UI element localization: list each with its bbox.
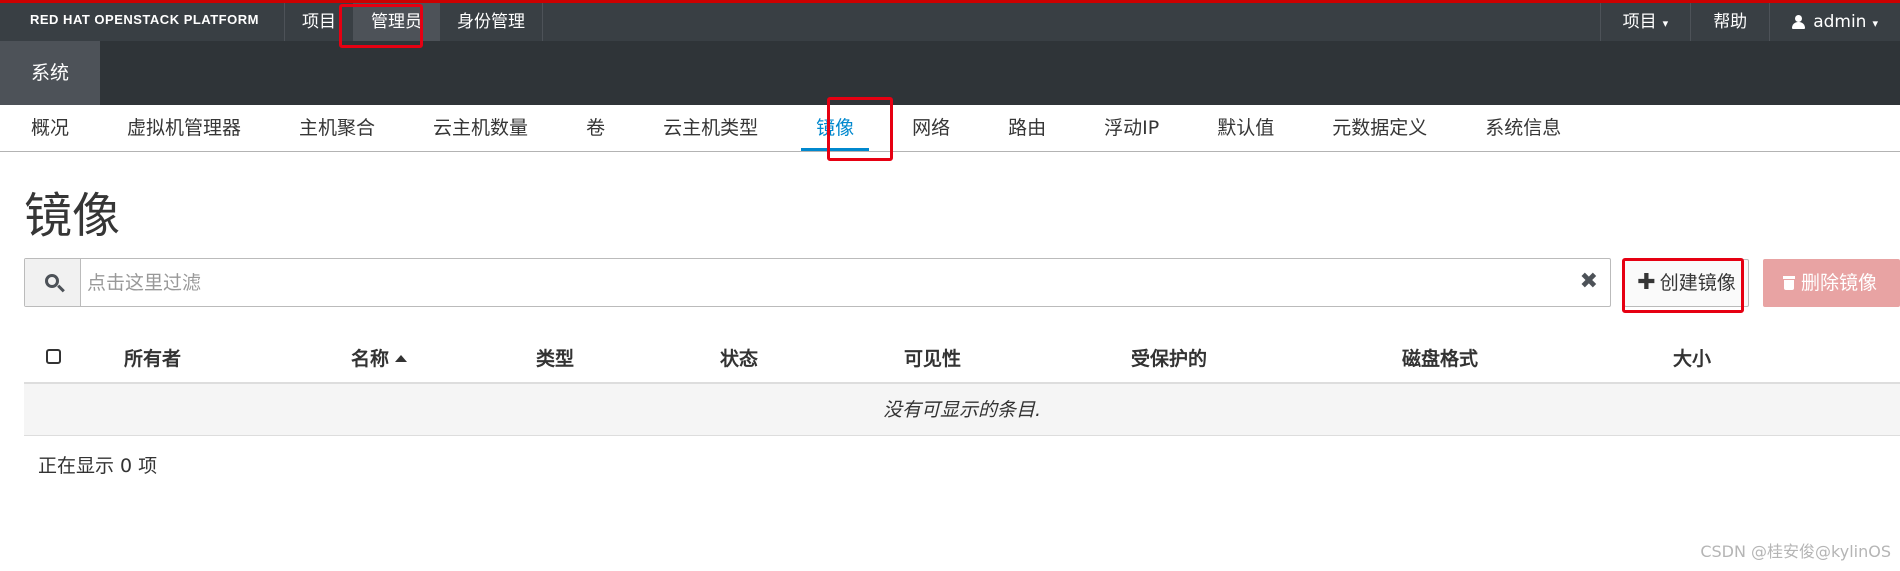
tab-images[interactable]: 镜像	[787, 105, 883, 151]
column-header-name-label: 名称	[351, 348, 390, 370]
column-header-owner[interactable]: 所有者	[124, 344, 181, 371]
secondary-tab-system[interactable]: 系统	[0, 41, 100, 105]
delete-images-label: 删除镜像	[1801, 272, 1878, 294]
top-nav-identity[interactable]: 身份管理	[440, 3, 543, 41]
table-header: 所有者 名称 类型 状态 可见性 受保护的 磁盘格式 大小	[24, 332, 1900, 384]
project-dropdown-label: 项目	[1622, 12, 1657, 32]
tab-overview[interactable]: 概况	[0, 105, 98, 151]
help-label: 帮助	[1713, 12, 1748, 32]
brand-logo[interactable]: RED HAT OPENSTACK PLATFORM	[30, 12, 259, 27]
top-nav-admin[interactable]: 管理员	[354, 3, 440, 41]
tab-floating-ips[interactable]: 浮动IP	[1075, 105, 1188, 151]
tertiary-tabs: 概况 虚拟机管理器 主机聚合 云主机数量 卷 云主机类型 镜像 网络 路由 浮动…	[0, 105, 1900, 152]
tab-hypervisors[interactable]: 虚拟机管理器	[98, 105, 270, 151]
column-header-visibility[interactable]: 可见性	[904, 344, 961, 371]
create-image-label: 创建镜像	[1659, 272, 1736, 294]
column-header-protected[interactable]: 受保护的	[1131, 344, 1207, 371]
images-table: 所有者 名称 类型 状态 可见性 受保护的 磁盘格式 大小 没有可显示的条目.	[24, 332, 1900, 436]
user-icon	[1792, 15, 1806, 29]
page-title: 镜像	[24, 188, 121, 244]
filter-bar: ✖	[24, 258, 1611, 307]
top-right-menu: 项目 ▾ 帮助 admin ▾	[1599, 3, 1900, 41]
tab-flavors[interactable]: 云主机类型	[634, 105, 787, 151]
tab-system-info[interactable]: 系统信息	[1456, 105, 1590, 151]
chevron-down-icon: ▾	[1872, 17, 1878, 30]
tab-metadata-definitions[interactable]: 元数据定义	[1303, 105, 1456, 151]
tab-volumes[interactable]: 卷	[557, 105, 634, 151]
top-nav: 项目 管理员 身份管理	[285, 3, 543, 41]
watermark: CSDN @桂安俊@kylinOS	[1700, 542, 1891, 561]
sort-ascending-icon	[395, 355, 408, 362]
item-count: 正在显示 0 项	[38, 455, 158, 477]
clear-filter-icon[interactable]: ✖	[1580, 269, 1598, 294]
trash-icon	[1783, 276, 1795, 290]
user-dropdown[interactable]: admin ▾	[1769, 3, 1900, 41]
tab-routers[interactable]: 路由	[979, 105, 1075, 151]
search-icon-handle	[57, 284, 65, 293]
column-header-disk-format[interactable]: 磁盘格式	[1402, 344, 1478, 371]
column-header-type[interactable]: 类型	[536, 344, 574, 371]
tab-defaults[interactable]: 默认值	[1188, 105, 1303, 151]
column-header-name[interactable]: 名称	[351, 344, 408, 371]
secondary-nav: 系统	[0, 41, 1900, 105]
plus-icon: ✚	[1637, 270, 1656, 295]
column-header-status[interactable]: 状态	[720, 344, 758, 371]
search-button[interactable]	[25, 259, 81, 306]
empty-table-message: 没有可显示的条目.	[24, 384, 1900, 436]
chevron-down-icon: ▾	[1662, 17, 1669, 30]
delete-images-button[interactable]: 删除镜像	[1763, 259, 1900, 307]
select-all-checkbox[interactable]	[46, 349, 61, 364]
top-nav-project[interactable]: 项目	[285, 3, 354, 41]
tab-networks[interactable]: 网络	[883, 105, 979, 151]
filter-input[interactable]	[87, 267, 1527, 298]
masthead: RED HAT OPENSTACK PLATFORM 项目 管理员 身份管理 项…	[0, 3, 1900, 41]
help-link[interactable]: 帮助	[1690, 3, 1769, 41]
tab-instances[interactable]: 云主机数量	[404, 105, 557, 151]
column-header-size[interactable]: 大小	[1673, 344, 1711, 371]
create-image-button[interactable]: ✚ 创建镜像	[1624, 259, 1749, 307]
user-label: admin	[1813, 12, 1867, 32]
project-dropdown[interactable]: 项目 ▾	[1599, 3, 1691, 41]
tab-host-aggregates[interactable]: 主机聚合	[270, 105, 404, 151]
